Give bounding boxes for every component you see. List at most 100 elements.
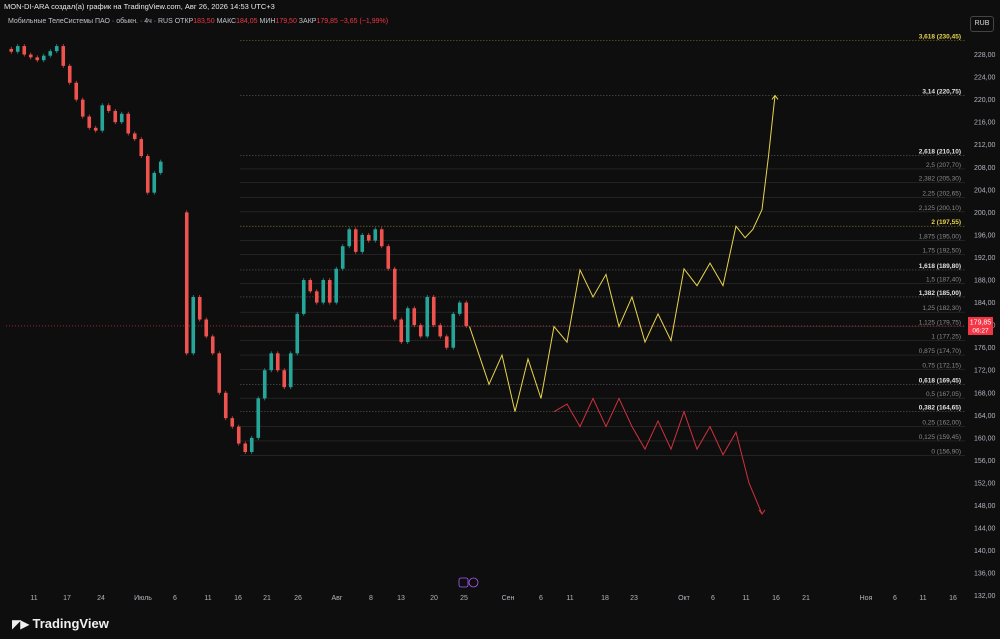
candle-body	[412, 308, 417, 326]
y-tick-label: 200,00	[974, 210, 996, 217]
candle-body	[347, 229, 352, 247]
y-tick-label: 196,00	[974, 232, 996, 239]
y-tick-label: 144,00	[974, 526, 996, 533]
x-tick-label: 21	[263, 595, 271, 602]
x-tick-label: 21	[802, 595, 810, 602]
earnings-event-icon[interactable]	[458, 577, 469, 588]
candle-body	[327, 280, 332, 303]
bearish-arrow-head	[758, 509, 766, 515]
candle-body	[392, 268, 397, 320]
x-tick-label: Сен	[502, 595, 515, 602]
y-tick-label: 188,00	[974, 278, 996, 285]
x-tick-label: 25	[460, 595, 468, 602]
y-tick-label: 148,00	[974, 503, 996, 510]
fib-level-label: 0,75 (172,15)	[922, 362, 961, 369]
x-tick-label: 11	[919, 595, 926, 602]
candle-body	[431, 296, 436, 326]
fib-level-label: 1,25 (182,30)	[922, 305, 961, 312]
fib-level-label: 1,382 (185,00)	[919, 290, 961, 297]
tradingview-logo[interactable]: ◤▶ TradingView	[12, 616, 109, 631]
candle-body	[301, 280, 306, 314]
y-tick-label: 160,00	[974, 435, 996, 442]
y-tick-label: 152,00	[974, 480, 996, 487]
y-tick-label: 184,00	[974, 300, 996, 307]
fib-level-label: 0 (156,90)	[931, 448, 961, 455]
x-tick-label: 17	[63, 595, 71, 602]
y-tick-label: 140,00	[974, 548, 996, 555]
tradingview-logo-icon: ◤▶	[12, 616, 29, 631]
x-tick-label: 11	[742, 595, 749, 602]
candle-body	[158, 161, 163, 173]
x-tick-label: 8	[369, 595, 373, 602]
candle-body	[425, 296, 430, 337]
candle-body	[145, 156, 150, 193]
x-tick-label: Окт	[678, 595, 691, 602]
candle-body	[444, 336, 449, 348]
fib-level-label: 1,5 (187,40)	[926, 276, 961, 283]
candle-body	[197, 296, 202, 320]
x-tick-label: Июль	[134, 595, 152, 602]
candle-body	[405, 308, 410, 343]
candle-body	[139, 139, 144, 157]
candle-body	[28, 54, 33, 58]
price-chart[interactable]: 132,00 136,00 140,00 144,00 148,00 152,00 156,…	[0, 0, 1000, 609]
fib-level-label: 0,875 (174,70)	[919, 348, 961, 355]
candle-body	[457, 302, 462, 314]
candle-body	[41, 55, 46, 61]
candle-body	[74, 82, 79, 100]
candle-body	[418, 325, 423, 337]
fib-level-label: 1,125 (179,75)	[919, 320, 961, 327]
fib-level-label: 1 (177,25)	[931, 334, 961, 341]
candle-body	[191, 296, 196, 354]
y-tick-label: 204,00	[974, 187, 996, 194]
candle-body	[132, 133, 137, 140]
x-tick-label: 6	[711, 595, 715, 602]
y-tick-label: 220,00	[974, 97, 996, 104]
fib-level-label: 2 (197,55)	[931, 219, 961, 226]
candle-body	[353, 229, 358, 252]
candle-body	[366, 234, 371, 241]
y-tick-label: 164,00	[974, 413, 996, 420]
fib-level-label: 0,618 (169,45)	[919, 378, 961, 385]
candle-body	[399, 319, 404, 343]
candle-body	[308, 280, 313, 292]
y-tick-label: 168,00	[974, 390, 996, 397]
candle-body	[48, 51, 53, 56]
footer	[0, 609, 1000, 639]
candle-body	[282, 370, 287, 388]
candle-body	[321, 280, 326, 303]
y-tick-label: 212,00	[974, 142, 996, 149]
candle-body	[152, 172, 157, 193]
x-tick-label: 24	[97, 595, 105, 602]
candle-body	[54, 46, 59, 52]
x-tick-label: 6	[173, 595, 177, 602]
fib-level-label: 2,618 (210,10)	[919, 148, 961, 155]
candle-body	[67, 65, 72, 83]
candle-body	[210, 336, 215, 354]
candle-body	[106, 105, 111, 111]
y-tick-label: 156,00	[974, 458, 996, 465]
candle-body	[451, 313, 456, 348]
candle-body	[80, 99, 85, 117]
candle-body	[314, 291, 319, 303]
candle-body	[204, 319, 209, 337]
dividend-event-icon[interactable]	[468, 577, 479, 588]
candle-body	[464, 302, 469, 326]
y-tick-label: 216,00	[974, 120, 996, 127]
y-tick-label: 132,00	[974, 593, 996, 600]
candle-body	[223, 392, 228, 419]
candle-body	[22, 46, 27, 55]
x-tick-label: 6	[539, 595, 543, 602]
fib-level-label: 1,875 (195,00)	[919, 234, 961, 241]
candle-body	[288, 353, 293, 388]
fib-level-label: 0,382 (164,65)	[919, 405, 961, 412]
x-tick-label: 16	[949, 595, 957, 602]
candle-body	[119, 113, 124, 123]
fib-level-label: 1,75 (192,50)	[922, 248, 961, 255]
candle-body	[334, 268, 339, 303]
fib-level-label: 2,382 (205,30)	[919, 176, 961, 183]
candle-body	[340, 246, 345, 269]
candle-body	[262, 370, 267, 399]
x-tick-label: 16	[234, 595, 242, 602]
y-tick-label: 192,00	[974, 255, 996, 262]
